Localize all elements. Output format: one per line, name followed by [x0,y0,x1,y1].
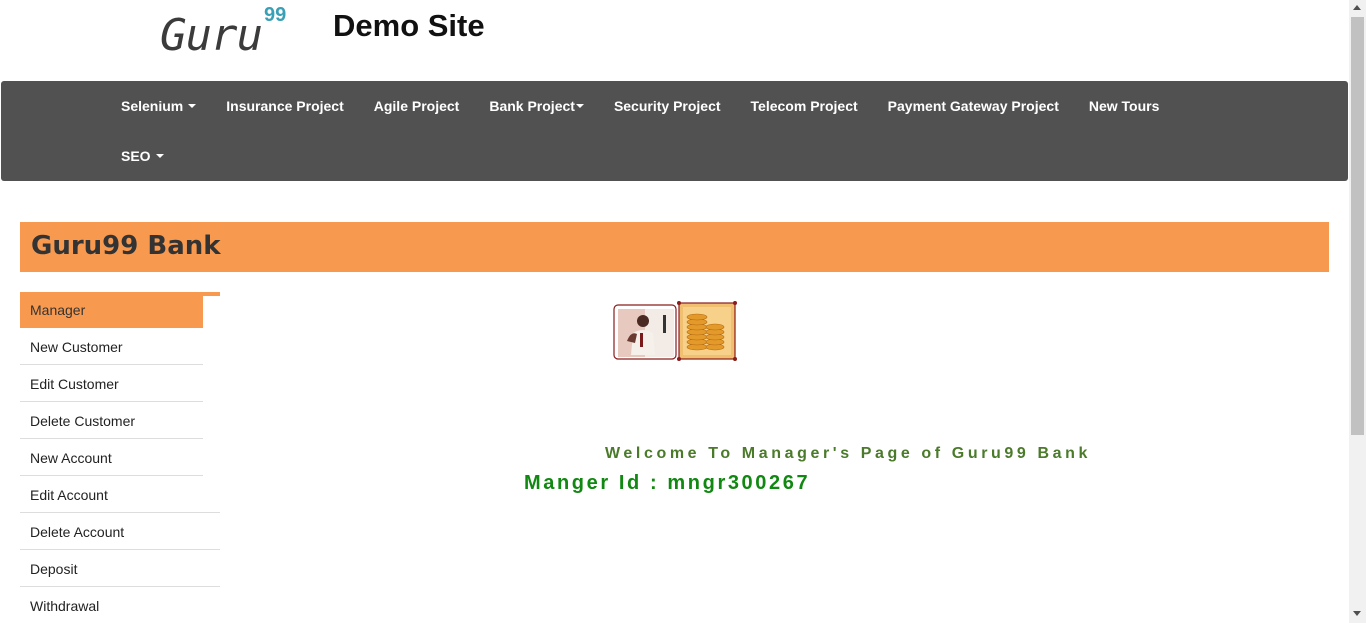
nav-label: Insurance Project [226,98,344,114]
sidebar-item-new-customer[interactable]: New Customer [20,329,203,365]
top-navbar: Selenium Insurance Project Agile Project… [1,81,1348,181]
nav-insurance-project[interactable]: Insurance Project [226,98,344,114]
nav-label: Bank Project [489,98,575,114]
sidebar-item-delete-account[interactable]: Delete Account [20,514,220,550]
welcome-message: Welcome To Manager's Page of Guru99 Bank [605,445,1091,462]
nav-bank-project[interactable]: Bank Project [489,98,584,114]
manager-banner-image [613,301,737,361]
nav-label: SEO [121,148,151,164]
page: Guru 99 Demo Site Selenium Insurance Pro… [0,0,1366,623]
caret-down-icon [155,154,164,158]
logo-superscript: 99 [263,4,287,26]
bank-title: Guru99 Bank [31,231,221,261]
nav-label: Security Project [613,98,721,114]
vertical-scrollbar[interactable] [1349,0,1366,623]
sidebar-item-withdrawal[interactable]: Withdrawal [20,588,220,623]
nav-payment-gateway-project[interactable]: Payment Gateway Project [888,98,1059,114]
scroll-up-icon[interactable] [1353,5,1361,10]
caret-down-icon [575,104,584,108]
manager-id-label: Manger Id : mngr300267 [524,472,811,494]
nav-label: Payment Gateway Project [887,98,1059,114]
nav-row-1: Selenium Insurance Project Agile Project… [121,81,1189,131]
nav-label: Agile Project [373,98,460,114]
nav-label: Telecom Project [750,98,858,114]
site-title: Demo Site [333,8,485,43]
logo-text: Guru [160,10,263,61]
nav-selenium[interactable]: Selenium [121,98,197,114]
nav-agile-project[interactable]: Agile Project [374,98,460,114]
sidebar-item-delete-customer[interactable]: Delete Customer [20,403,203,439]
sidebar-item-new-account[interactable]: New Account [20,440,203,476]
sidebar-item-edit-customer[interactable]: Edit Customer [20,366,203,402]
nav-label: Selenium [121,98,184,114]
bank-header: Guru99 Bank [20,222,1329,272]
sidebar-item-deposit[interactable]: Deposit [20,551,220,587]
nav-security-project[interactable]: Security Project [614,98,721,114]
nav-new-tours[interactable]: New Tours [1089,98,1160,114]
sidebar-item-manager[interactable]: Manager [20,292,203,328]
caret-down-icon [188,104,197,108]
sidebar-item-edit-account[interactable]: Edit Account [20,477,220,513]
nav-label: New Tours [1088,98,1160,114]
nav-row-2: SEO [121,131,194,181]
guru99-logo[interactable]: Guru 99 [160,2,286,62]
scrollbar-thumb[interactable] [1351,17,1364,435]
nav-telecom-project[interactable]: Telecom Project [751,98,858,114]
nav-seo[interactable]: SEO [121,148,164,164]
scroll-down-icon[interactable] [1353,611,1361,616]
